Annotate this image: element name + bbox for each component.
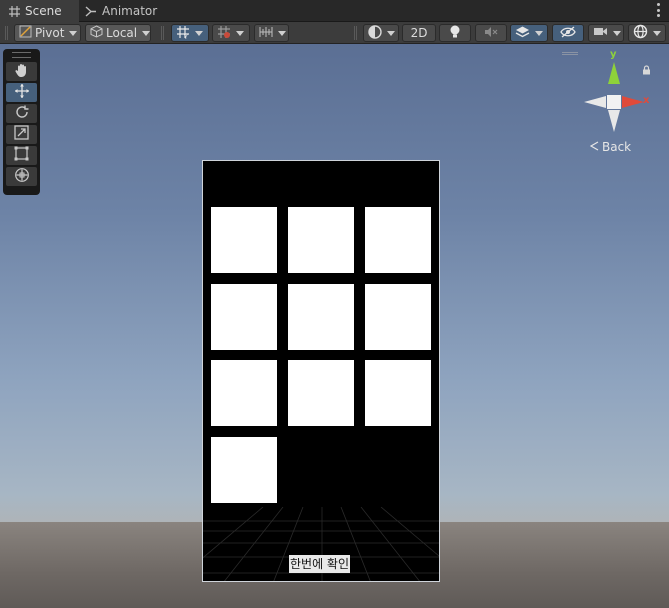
increment-snap-dropdown[interactable] (212, 24, 250, 42)
increment-snap-icon (217, 25, 231, 42)
more-options-icon[interactable] (655, 3, 661, 17)
transform-all-icon (14, 167, 30, 187)
tab-scene[interactable]: Scene (0, 0, 79, 22)
pivot-label: Pivot (35, 26, 65, 40)
transform-tool-button[interactable] (6, 167, 37, 186)
view-tool-button[interactable] (6, 62, 37, 81)
chevron-down-icon (195, 30, 203, 36)
scale-tool-button[interactable] (6, 125, 37, 144)
grid-cell[interactable] (288, 360, 354, 426)
grid-cell[interactable] (211, 284, 277, 350)
hand-icon (14, 62, 30, 82)
grid-cell[interactable] (288, 284, 354, 350)
shading-sphere-icon (368, 24, 382, 42)
svg-text:Y: Y (183, 34, 188, 39)
grid-cell[interactable] (211, 437, 277, 503)
layers-effects-icon (515, 25, 530, 41)
grid-cell[interactable] (365, 284, 431, 350)
2d-mode-toggle[interactable]: 2D (402, 24, 436, 42)
tab-animator[interactable]: Animator (85, 0, 167, 22)
tab-scene-label: Scene (25, 4, 62, 18)
pivot-icon (19, 25, 32, 41)
camera-icon (593, 26, 608, 40)
chevron-down-icon (278, 30, 286, 36)
speaker-muted-icon (484, 26, 498, 41)
eye-hidden-icon (560, 26, 576, 41)
scene-viewport[interactable]: y x Back 한번에 확인 (0, 44, 669, 608)
back-label: Back (602, 140, 632, 154)
grid-icon (8, 5, 20, 17)
space-dropdown[interactable]: Local (85, 24, 151, 42)
tools-overlay (3, 49, 40, 195)
confirm-all-button[interactable]: 한번에 확인 (289, 555, 351, 573)
grid-cell[interactable] (211, 207, 277, 273)
axis-gizmo-icon (562, 52, 644, 132)
grid-cell[interactable] (365, 207, 431, 273)
grid-snap-dropdown[interactable]: Y (171, 24, 209, 42)
toolbar-grip[interactable] (161, 26, 164, 40)
gizmo-x-label: x (643, 95, 650, 106)
gizmo-y-label: y (610, 49, 617, 60)
scale-icon (14, 125, 29, 144)
tab-animator-label: Animator (102, 4, 158, 18)
lighting-toggle[interactable] (439, 24, 471, 42)
align-dropdown[interactable] (254, 24, 289, 42)
rotate-tool-button[interactable] (6, 104, 37, 123)
gizmo-grip[interactable] (562, 52, 578, 55)
effects-dropdown[interactable] (510, 24, 548, 42)
rotate-icon (14, 104, 30, 124)
hidden-objects-toggle[interactable] (552, 24, 584, 42)
chevron-down-icon (387, 30, 395, 36)
toolbar-grip[interactable] (354, 26, 357, 40)
rect-tool-button[interactable] (6, 146, 37, 165)
chevron-down-icon (69, 30, 78, 36)
audio-toggle[interactable] (475, 24, 507, 42)
2d-mode-label: 2D (410, 26, 428, 40)
chevron-down-icon (142, 30, 151, 36)
gizmos-dropdown[interactable] (628, 24, 666, 42)
overlay-grip[interactable] (12, 52, 31, 58)
toolbar-grip[interactable] (5, 26, 8, 40)
grid-cell[interactable] (288, 207, 354, 273)
grid-snap-icon: Y (176, 25, 190, 42)
shading-mode-dropdown[interactable] (363, 24, 399, 42)
chevron-down-icon (613, 30, 621, 36)
cube-icon (90, 25, 103, 41)
pivot-dropdown[interactable]: Pivot (14, 24, 81, 42)
move-arrows-icon (14, 83, 30, 103)
move-tool-button[interactable] (6, 83, 37, 102)
scene-toolbar: Pivot Local Y 2D (0, 22, 669, 44)
lock-icon[interactable] (642, 60, 651, 79)
gizmos-globe-icon (633, 24, 648, 42)
rect-transform-icon (14, 146, 29, 165)
chevron-down-icon (653, 30, 661, 36)
space-label: Local (106, 26, 138, 40)
window-tab-bar: Scene Animator (0, 0, 669, 22)
grid-cell[interactable] (211, 360, 277, 426)
chevron-down-icon (236, 30, 244, 36)
game-canvas[interactable]: 한번에 확인 (202, 160, 440, 582)
chevron-down-icon (535, 30, 543, 36)
grid-cell[interactable] (365, 360, 431, 426)
align-icon (259, 26, 273, 41)
projection-back-button[interactable]: Back (589, 140, 632, 154)
scene-camera-dropdown[interactable] (588, 24, 624, 42)
chevron-left-icon (589, 140, 599, 154)
light-bulb-icon (449, 25, 461, 42)
animator-icon (85, 5, 97, 17)
